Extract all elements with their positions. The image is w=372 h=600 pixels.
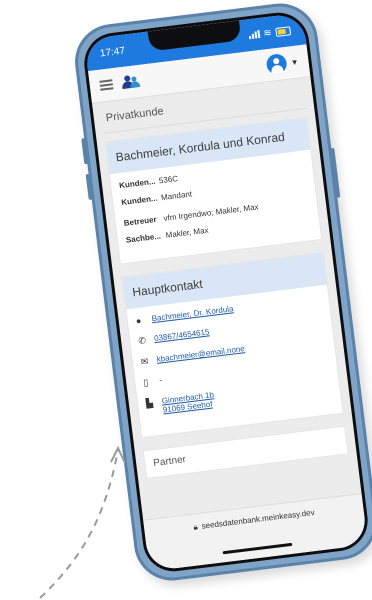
status-time: 17:47	[99, 45, 126, 60]
power-button	[330, 147, 341, 198]
browser-url-bar[interactable]: 🔒︎ seedsdatenbank.meinkeasy.dev	[143, 492, 368, 572]
avatar-icon[interactable]	[265, 52, 288, 76]
phone-frame: 17:47 ≋ ▼ Privatkunde Bachmeier, Kordula…	[70, 0, 372, 585]
wifi-icon: ≋	[262, 27, 273, 39]
url-text: seedsdatenbank.meinkeasy.dev	[201, 507, 316, 531]
email-link[interactable]: kbachmeier@email.none	[156, 344, 245, 364]
phone-link[interactable]: 03867/4654615	[154, 327, 210, 343]
chevron-down-icon[interactable]: ▼	[290, 57, 299, 67]
phone-icon: ✆	[137, 335, 147, 347]
stage: 17:47 ≋ ▼ Privatkunde Bachmeier, Kordula…	[0, 0, 372, 600]
mobile-value: -	[158, 375, 163, 385]
phone-screen: 17:47 ≋ ▼ Privatkunde Bachmeier, Kordula…	[84, 12, 368, 572]
battery-icon	[275, 25, 292, 37]
customer-card: Bachmeier, Kordula und Konrad Kunden... …	[104, 116, 323, 265]
field-key: Kunden...	[118, 176, 156, 191]
volume-up-button	[81, 138, 89, 165]
phone-bezel: 17:47 ≋ ▼ Privatkunde Bachmeier, Kordula…	[80, 9, 372, 575]
partner-title: Partner	[152, 454, 187, 470]
lock-icon: 🔒︎	[192, 522, 199, 532]
field-key: Betreuer	[123, 214, 158, 228]
field-key: Kunden...	[120, 193, 159, 208]
contact-card: Hauptkontakt ● Bachmeier, Dr. Kordula ✆ …	[121, 251, 344, 439]
email-icon: ✉	[140, 356, 149, 367]
mobile-icon: ▯	[142, 377, 149, 388]
contact-name-link[interactable]: Bachmeier, Dr. Kordula	[151, 304, 234, 323]
contact-details: ● Bachmeier, Dr. Kordula ✆ 03867/4654615…	[126, 285, 342, 438]
building-icon: ▙	[145, 397, 154, 409]
main-content: Privatkunde Bachmeier, Kordula und Konra…	[92, 77, 358, 488]
status-indicators: ≋	[248, 25, 292, 41]
users-icon[interactable]	[120, 74, 142, 90]
field-key: Sachbe...	[125, 231, 162, 245]
menu-icon[interactable]	[99, 79, 114, 91]
volume-down-button	[85, 173, 93, 201]
signal-icon	[248, 30, 260, 40]
user-icon: ●	[135, 315, 142, 327]
